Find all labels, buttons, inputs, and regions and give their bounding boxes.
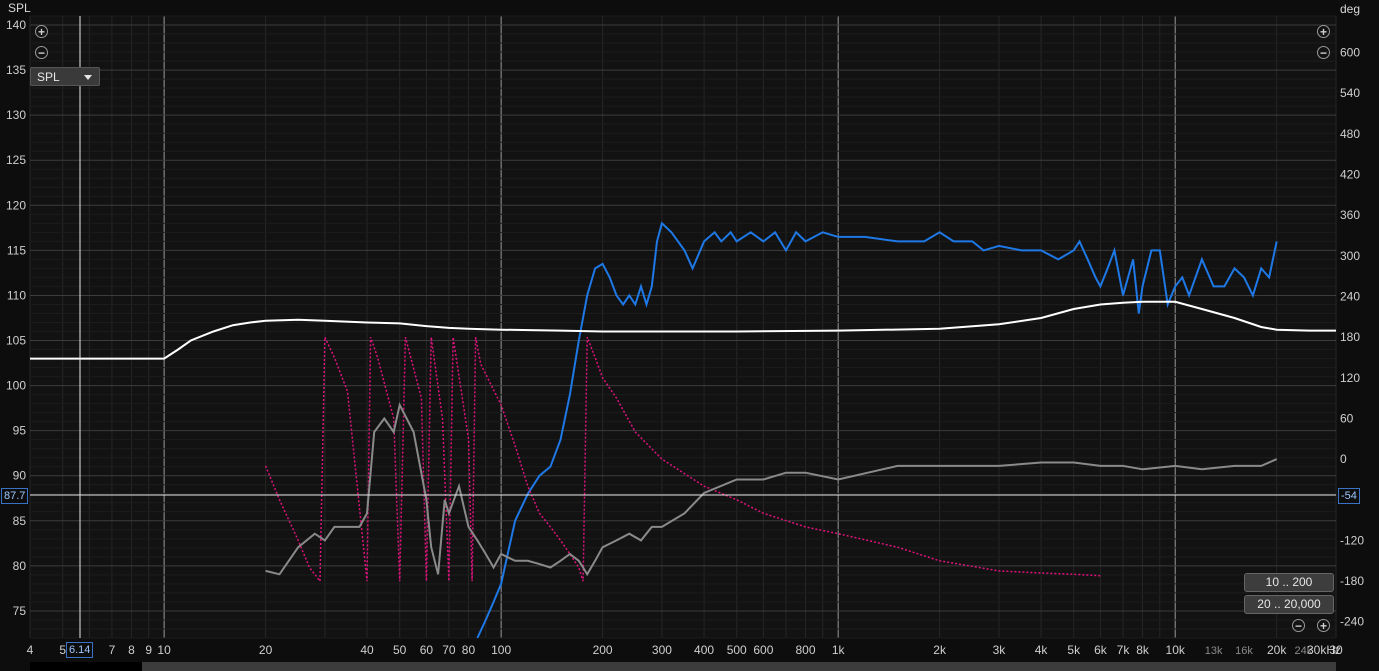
right-tick-label: 540 — [1340, 86, 1360, 100]
x-tick-label: 6k — [1094, 643, 1108, 657]
left-tick-label: 125 — [6, 153, 26, 167]
x-tick-label: 300 — [652, 643, 672, 657]
x-tick-label: 60 — [420, 643, 434, 657]
x-tick-label: 20k — [1267, 643, 1287, 657]
horizontal-scrollbar[interactable] — [30, 662, 1336, 671]
x-tick-label: 2k — [933, 643, 947, 657]
frequency-response-plot[interactable]: 1401351301251201151101051009590858075600… — [0, 0, 1379, 671]
right-tick-label: 600 — [1340, 46, 1360, 60]
measurement-select[interactable]: SPL — [30, 67, 100, 86]
left-tick-label: 130 — [6, 108, 26, 122]
right-tick-label: 360 — [1340, 208, 1360, 222]
x-tick-label: 4k — [1035, 643, 1049, 657]
right-tick-label: 240 — [1340, 290, 1360, 304]
left-tick-label: 140 — [6, 18, 26, 32]
left-tick-label: 100 — [6, 379, 26, 393]
zoom-out-right-icon[interactable]: − — [1317, 46, 1330, 59]
x-tick-label: 10k — [1166, 643, 1186, 657]
left-tick-label: 80 — [13, 559, 27, 573]
x-tick-label: 16k — [1235, 645, 1253, 657]
left-tick-label: 90 — [13, 469, 27, 483]
zoom-out-left-icon[interactable]: − — [35, 46, 48, 59]
x-tick-label: 13k — [1205, 645, 1223, 657]
x-tick-label: 200 — [593, 643, 613, 657]
x-tick-label: 800 — [795, 643, 815, 657]
cursor-left-value: 87.7 — [1, 488, 29, 504]
x-tick-label: 30kHz — [1307, 643, 1341, 657]
x-tick-label: 10 — [157, 643, 171, 657]
x-tick-label: 600 — [753, 643, 773, 657]
x-tick-label: 70 — [442, 643, 456, 657]
right-tick-label: 180 — [1340, 330, 1360, 344]
left-tick-label: 115 — [7, 243, 26, 257]
chevron-down-icon — [84, 75, 92, 80]
measurement-select-value: SPL — [37, 70, 60, 84]
x-tick-label: 80 — [462, 643, 476, 657]
left-tick-label: 110 — [7, 288, 26, 302]
left-tick-label: 75 — [13, 604, 27, 618]
right-tick-label: 0 — [1340, 452, 1347, 466]
right-tick-label: 480 — [1340, 127, 1360, 141]
left-tick-label: 120 — [6, 198, 26, 212]
range-20-20000-button[interactable]: 20 .. 20,000 — [1244, 595, 1334, 614]
left-tick-label: 85 — [13, 514, 27, 528]
x-tick-label: 4 — [27, 643, 34, 657]
x-tick-label: 1k — [832, 643, 846, 657]
cursor-frequency-value: 6.14 — [66, 642, 94, 658]
left-tick-label: 135 — [6, 63, 26, 77]
x-tick-label: 400 — [694, 643, 714, 657]
right-tick-label: -120 — [1340, 533, 1364, 547]
x-tick-label: 9 — [145, 643, 152, 657]
right-axis-title: deg — [1340, 2, 1361, 16]
x-tick-label: 100 — [491, 643, 511, 657]
right-tick-label: 120 — [1340, 371, 1360, 385]
x-tick-label: 7 — [109, 643, 116, 657]
cursor-right-value: -54 — [1338, 488, 1360, 504]
right-tick-label: 420 — [1340, 168, 1360, 182]
left-axis-title: SPL — [8, 1, 31, 15]
left-tick-label: 105 — [6, 334, 26, 348]
right-tick-label: -180 — [1340, 574, 1364, 588]
x-tick-label: 8 — [128, 643, 135, 657]
zoom-in-x-icon[interactable]: + — [1317, 619, 1330, 632]
right-tick-label: 60 — [1340, 411, 1354, 425]
right-tick-label: -240 — [1340, 615, 1364, 629]
zoom-in-left-icon[interactable]: + — [35, 25, 48, 38]
x-tick-label: 40 — [360, 643, 374, 657]
x-tick-label: 3k — [993, 643, 1007, 657]
x-tick-label: 8k — [1136, 643, 1150, 657]
x-tick-label: 500 — [727, 643, 747, 657]
x-tick-label: 50 — [393, 643, 407, 657]
range-10-200-button[interactable]: 10 .. 200 — [1244, 573, 1334, 592]
zoom-out-x-icon[interactable]: − — [1292, 619, 1305, 632]
left-tick-label: 95 — [13, 424, 27, 438]
x-tick-label: 5k — [1067, 643, 1081, 657]
scrollbar-thumb[interactable] — [30, 662, 142, 671]
right-tick-label: 300 — [1340, 249, 1360, 263]
x-tick-label: 7k — [1117, 643, 1131, 657]
zoom-in-right-icon[interactable]: + — [1317, 25, 1330, 38]
x-tick-label: 20 — [259, 643, 273, 657]
